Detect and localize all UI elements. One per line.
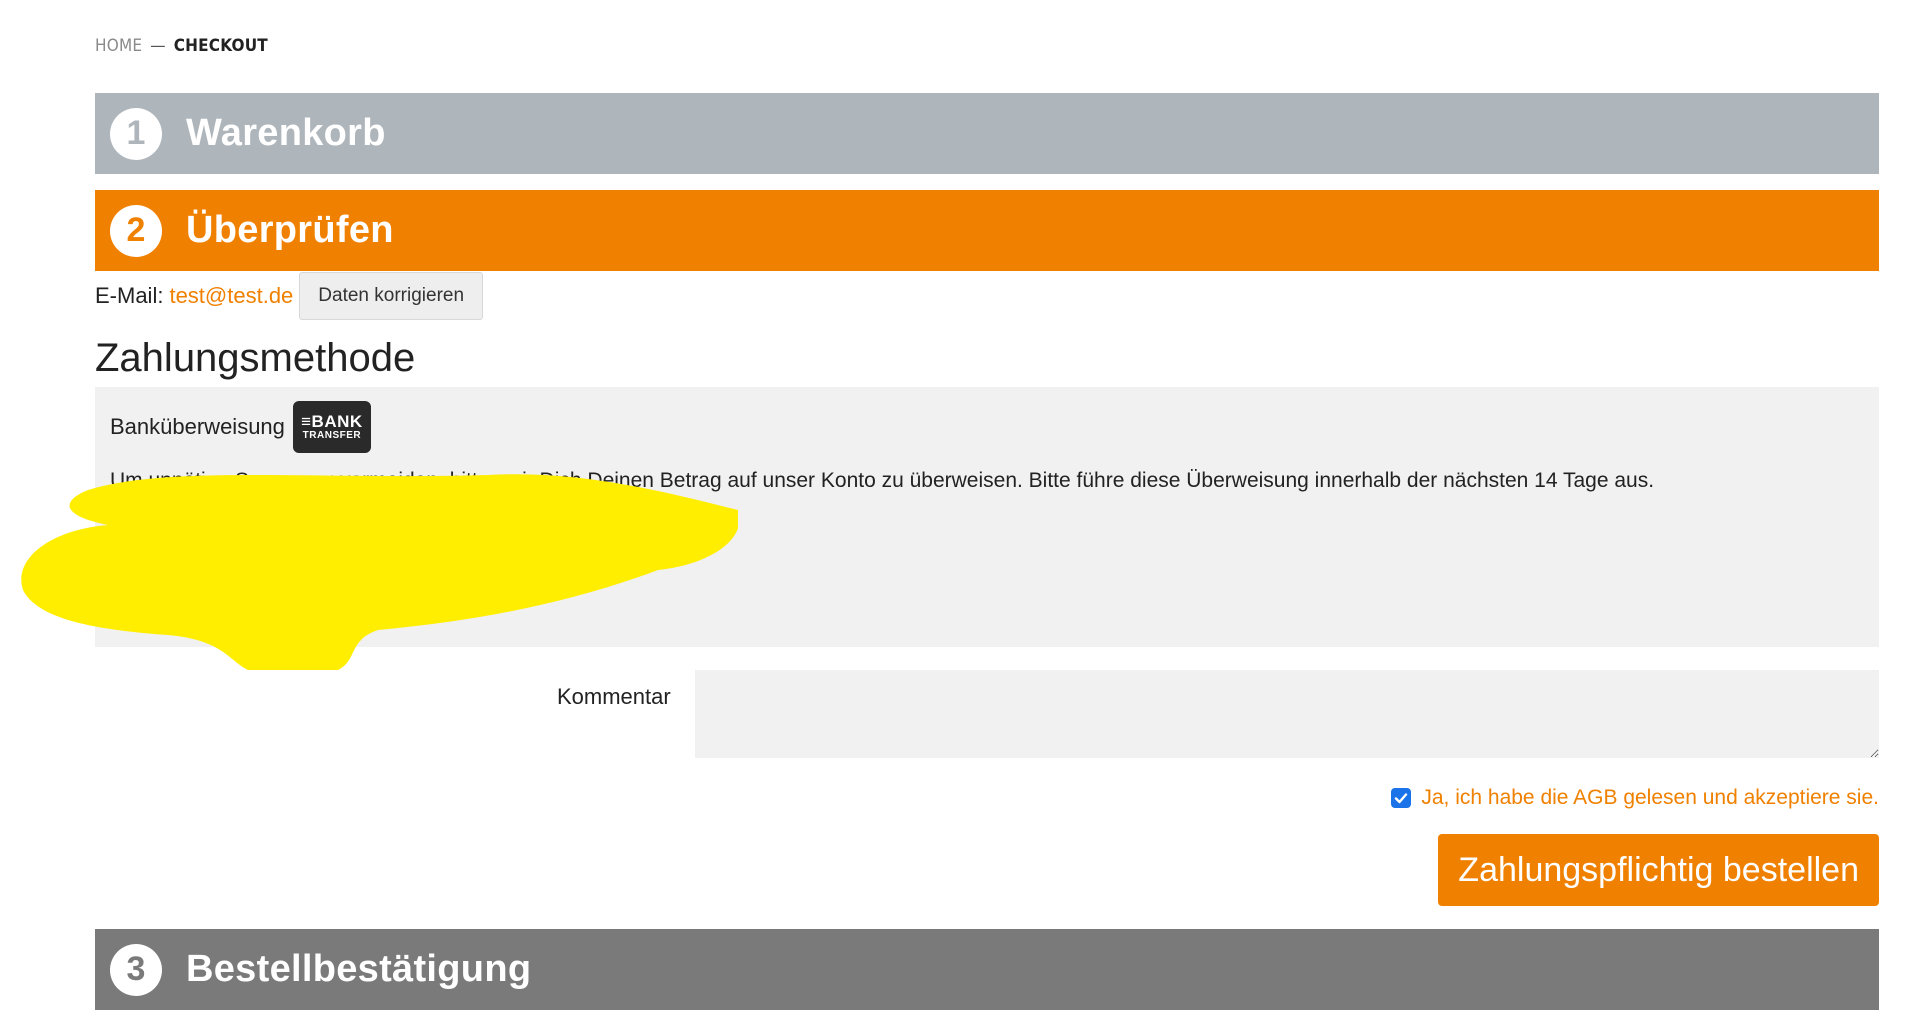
breadcrumb: HOME — CHECKOUT: [95, 36, 268, 56]
checkmark-icon: [1395, 793, 1408, 804]
bank-transfer-logo-icon: ≡BANK TRANSFER: [292, 401, 371, 453]
comment-row: Kommentar: [95, 670, 1879, 758]
payment-method-row: Banküberweisung ≡BANK TRANSFER: [110, 401, 1864, 453]
checkout-page: HOME — CHECKOUT 1 Warenkorb 2 Überprüfen…: [0, 0, 1920, 1016]
bank-logo-text: ≡BANK: [301, 412, 363, 431]
step-review-header: 2 Überprüfen: [95, 190, 1879, 271]
email-row: E-Mail: test@test.de Daten korrigieren: [95, 272, 484, 320]
payment-method-panel: Banküberweisung ≡BANK TRANSFER Um unnöti…: [95, 387, 1879, 647]
step-label-cart: Warenkorb: [186, 112, 386, 154]
comment-textarea[interactable]: [695, 670, 1879, 758]
step-cart-header[interactable]: 1 Warenkorb: [95, 93, 1879, 174]
place-order-button[interactable]: Zahlungspflichtig bestellen: [1438, 834, 1879, 906]
step-number-1: 1: [110, 107, 162, 160]
payment-description-text: Um unnötige Spesen zu vermeiden, bitten …: [110, 469, 1655, 492]
payment-bank-details: …k: Buchun…: [290, 505, 426, 528]
email-label: E-Mail:: [95, 283, 164, 308]
email-value: test@test.de: [169, 283, 294, 308]
step-label-review: Überprüfen: [186, 209, 394, 251]
breadcrumb-current: CHECKOUT: [173, 36, 268, 56]
breadcrumb-home-link[interactable]: HOME: [95, 36, 142, 56]
payment-method-description: Um unnötige Spesen zu vermeiden, bitten …: [110, 463, 1864, 535]
terms-row: Ja, ich habe die AGB gelesen und akzepti…: [1391, 786, 1879, 810]
bank-logo-subtext: TRANSFER: [302, 430, 362, 441]
terms-checkbox[interactable]: [1391, 788, 1412, 808]
correct-data-button[interactable]: Daten korrigieren: [299, 272, 484, 320]
comment-label: Kommentar: [557, 684, 671, 709]
terms-label[interactable]: Ja, ich habe die AGB gelesen und akzepti…: [1421, 786, 1879, 810]
step-confirmation-header: 3 Bestellbestätigung: [95, 929, 1879, 1010]
step-number-3: 3: [110, 943, 162, 996]
step-number-2: 2: [110, 204, 162, 257]
payment-method-name: Banküberweisung: [110, 414, 285, 439]
payment-method-title: Zahlungsmethode: [95, 336, 416, 380]
step-label-confirmation: Bestellbestätigung: [186, 948, 532, 990]
breadcrumb-separator: —: [150, 36, 166, 56]
